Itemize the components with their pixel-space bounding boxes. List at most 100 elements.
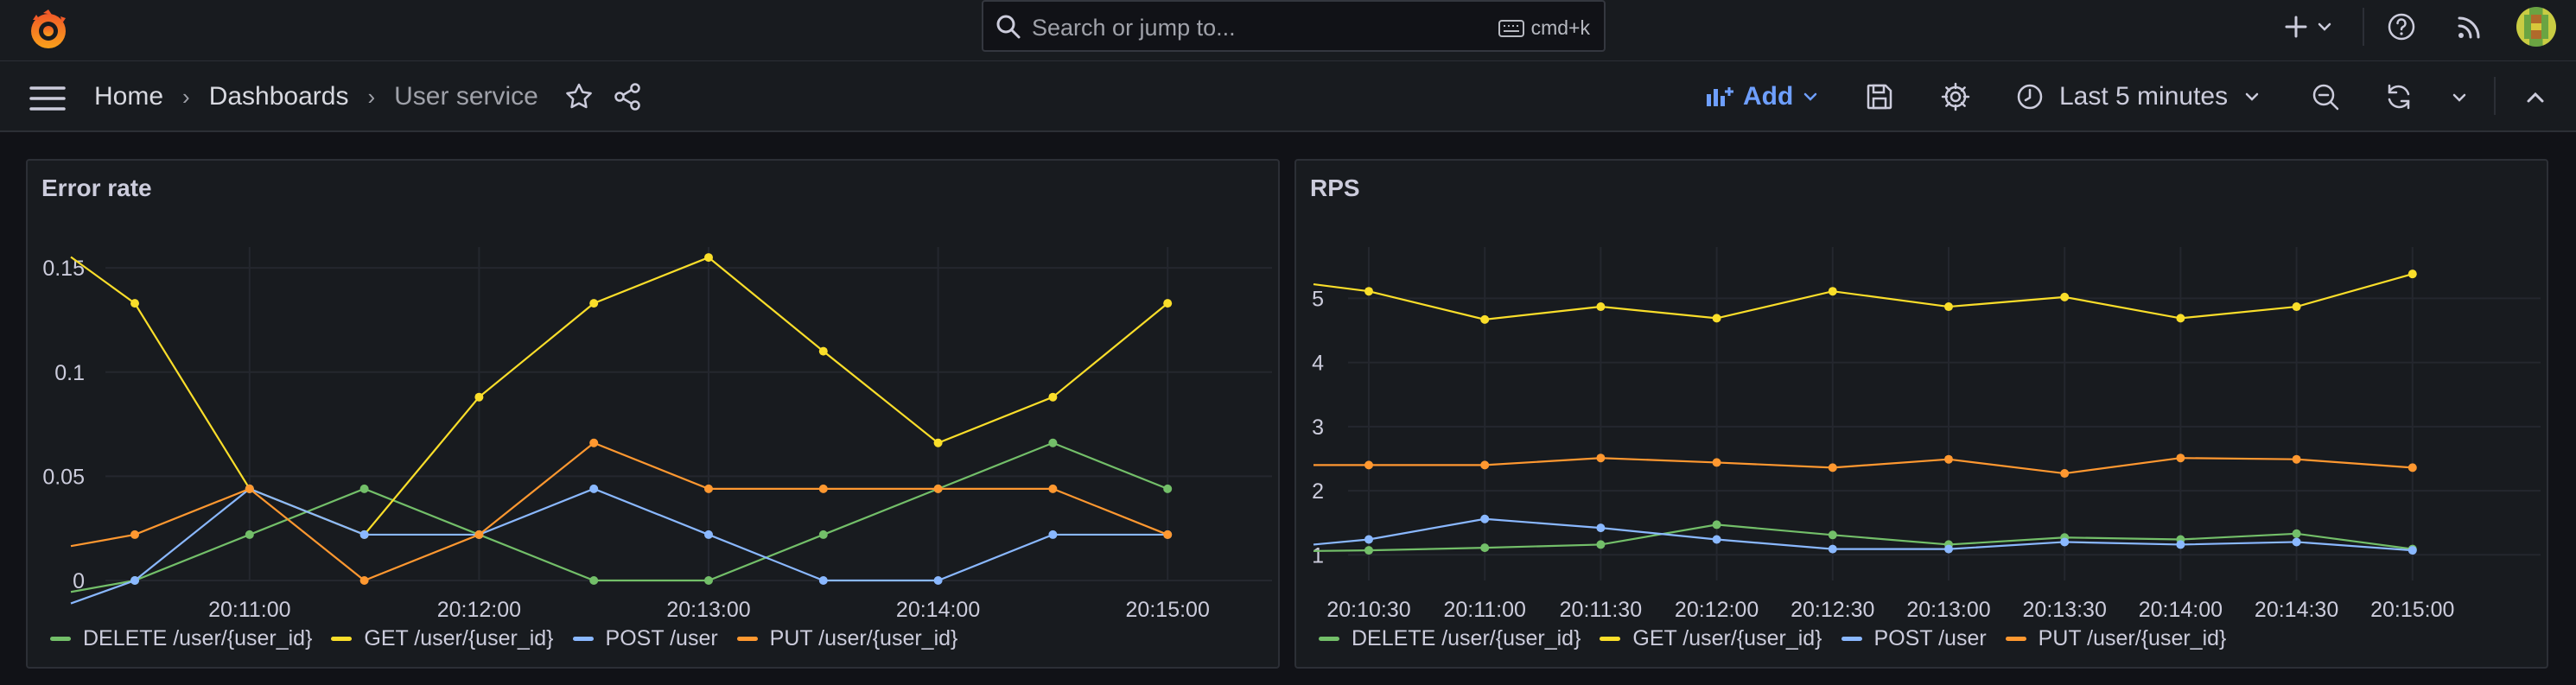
clock-icon	[2017, 84, 2043, 110]
star-icon[interactable]	[564, 82, 594, 111]
time-range-picker[interactable]: Last 5 minutes	[2016, 82, 2261, 111]
data-point	[359, 576, 369, 585]
series-line	[70, 487, 1168, 605]
legend-item[interactable]: GET /user/{user_id}	[1600, 626, 1822, 651]
legend-swatch	[1600, 637, 1621, 641]
refresh-icon[interactable]	[2384, 82, 2414, 111]
x-tick-label: 20:13:00	[666, 598, 750, 622]
data-point	[1596, 540, 1606, 549]
data-point	[2060, 292, 2070, 301]
data-point	[818, 530, 828, 539]
data-point	[2407, 546, 2417, 555]
data-point	[704, 576, 713, 585]
x-tick-label: 20:15:00	[1126, 598, 1210, 622]
x-tick-label: 20:12:30	[1790, 598, 1874, 622]
data-point	[1596, 453, 1606, 463]
news-button[interactable]	[2456, 0, 2484, 54]
legend-label: PUT /user/{user_id}	[2038, 626, 2227, 650]
data-point	[1163, 530, 1173, 539]
breadcrumb-dashboards[interactable]: Dashboards	[209, 82, 349, 111]
legend-label: POST /user	[605, 626, 718, 650]
legend-item[interactable]: POST /user	[1841, 626, 1987, 651]
add-panel-icon	[1707, 87, 1733, 106]
data-point	[818, 484, 828, 493]
grafana-logo-icon[interactable]	[26, 8, 71, 53]
collapse-icon[interactable]	[2525, 87, 2546, 108]
y-tick-label: 0.05	[42, 465, 85, 489]
data-point	[2176, 540, 2185, 549]
data-point	[589, 438, 599, 447]
x-tick-label: 20:13:00	[1906, 598, 1990, 622]
page-footer-gap	[0, 669, 2576, 685]
data-point	[704, 484, 713, 493]
legend-item[interactable]: DELETE /user/{user_id}	[50, 626, 312, 651]
chevron-down-icon	[1804, 92, 1817, 101]
data-point	[474, 530, 484, 539]
data-point	[2060, 537, 2070, 547]
legend-label: DELETE /user/{user_id}	[1352, 626, 1581, 650]
data-point	[1480, 460, 1490, 470]
panel-rps[interactable]: RPS 1 2 3 4 5 20:10:30 20:11:00 20:11:30 20:12:0…	[1294, 159, 2548, 669]
series-line	[1313, 523, 2413, 552]
legend-item[interactable]: POST /user	[572, 626, 718, 651]
legend-item[interactable]: DELETE /user/{user_id}	[1319, 626, 1581, 651]
data-point	[359, 484, 369, 493]
chevron-down-icon	[2245, 92, 2259, 101]
data-point	[130, 299, 139, 308]
menu-icon[interactable]	[29, 86, 66, 111]
breadcrumb-current: User service	[394, 82, 538, 111]
data-point	[818, 346, 828, 356]
error-rate-chart: 00.050.10.1520:11:00 20:12:00 20:13:00 20:1…	[42, 247, 1272, 622]
data-point	[1480, 314, 1490, 324]
data-point	[1828, 530, 1837, 540]
y-tick-label: 3	[1312, 415, 1324, 440]
zoom-out-icon[interactable]	[2311, 82, 2340, 111]
rss-icon	[2458, 16, 2480, 39]
rps-chart: 1 2 3 4 5 20:10:30 20:11:00 20:11:30 20:12:00 20:…	[1312, 247, 2541, 622]
help-button[interactable]	[2387, 0, 2416, 54]
save-icon[interactable]	[1865, 82, 1894, 111]
add-button[interactable]: Add	[1705, 82, 1819, 111]
x-tick-label: 20:10:30	[1326, 598, 1410, 622]
legend-item[interactable]: GET /user/{user_id}	[331, 626, 554, 651]
chart-legend: DELETE /user/{user_id} GET /user/{user_i…	[1319, 626, 2226, 651]
search-input[interactable]: Search or jump to... cmd+k	[982, 0, 1606, 52]
data-point	[1828, 544, 1837, 554]
help-icon	[2388, 13, 2415, 41]
legend-item[interactable]: PUT /user/{user_id}	[2005, 626, 2227, 651]
data-point	[1048, 438, 1058, 447]
data-point	[2407, 270, 2417, 279]
data-point	[589, 299, 599, 308]
data-point	[2176, 453, 2185, 463]
data-point	[245, 484, 254, 493]
data-point	[1364, 535, 1373, 544]
legend-label: GET /user/{user_id}	[1632, 626, 1822, 650]
gear-icon[interactable]	[1941, 82, 1970, 111]
y-tick-label: 4	[1312, 352, 1324, 376]
breadcrumb-separator: ›	[182, 83, 190, 110]
new-menu-button[interactable]	[2283, 0, 2333, 54]
legend-swatch	[572, 637, 594, 641]
data-point	[1364, 287, 1373, 296]
panel-error-rate[interactable]: Error rate 0 0.05 0.1 0.15 20:11:00 20:12:00 2…	[26, 159, 1280, 669]
series-line	[1313, 457, 2413, 475]
divider	[2363, 8, 2364, 46]
legend-label: DELETE /user/{user_id}	[83, 626, 313, 650]
top-bar: Search or jump to... cmd+k	[0, 0, 2576, 61]
data-point	[1712, 535, 1721, 544]
data-point	[1828, 287, 1837, 296]
share-icon[interactable]	[613, 82, 642, 111]
data-point	[1480, 514, 1490, 523]
legend-swatch	[50, 637, 71, 641]
dashboard-nav-bar: Home › Dashboards › User service Add Las…	[0, 61, 2576, 132]
avatar[interactable]	[2516, 7, 2556, 47]
series-line	[1313, 517, 2413, 552]
chevron-down-icon[interactable]	[2451, 89, 2468, 106]
divider	[2494, 77, 2496, 115]
legend-label: PUT /user/{user_id}	[769, 626, 958, 650]
series-line	[70, 256, 1168, 536]
breadcrumb: Home › Dashboards › User service	[94, 82, 642, 111]
legend-item[interactable]: PUT /user/{user_id}	[736, 626, 958, 651]
breadcrumb-home[interactable]: Home	[94, 82, 163, 111]
data-point	[2292, 454, 2301, 464]
